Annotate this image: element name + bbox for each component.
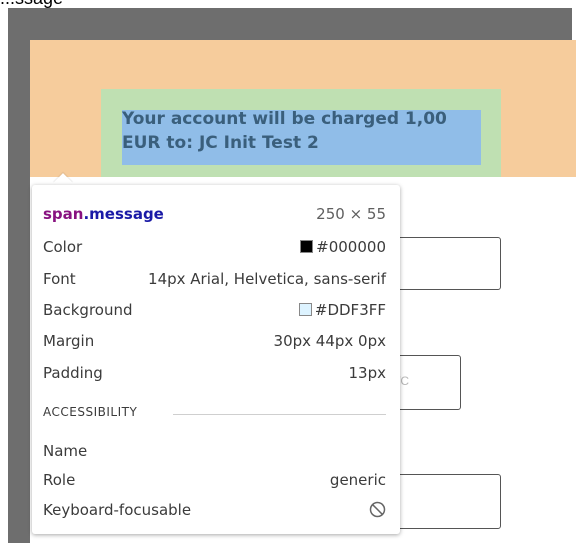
inspector-tooltip: span.message 250 × 55 Color #000000 Font…	[32, 185, 400, 534]
row-label: Margin	[43, 332, 95, 350]
row-value: 14px Arial, Helvetica, sans-serif	[148, 270, 386, 288]
row-label: Role	[43, 471, 76, 489]
row-font: Font 14px Arial, Helvetica, sans-serif	[43, 267, 386, 291]
element-dimensions: 250 × 55	[316, 205, 386, 223]
row-label: Color	[43, 238, 83, 256]
row-value: #000000	[300, 235, 386, 259]
row-background: Background #DDF3FF	[43, 298, 386, 322]
selector-class: .message	[83, 205, 164, 223]
row-label: Font	[43, 270, 76, 288]
element-selector: span.message	[43, 202, 164, 226]
color-swatch	[300, 240, 314, 253]
row-label: Name	[43, 442, 88, 460]
row-margin: Margin 30px 44px 0px	[43, 329, 386, 353]
row-value: generic	[329, 471, 386, 489]
row-label: Background	[43, 301, 133, 319]
message-text: Your account will be charged 1,00 EUR to…	[122, 109, 447, 153]
input-field-1[interactable]	[390, 237, 501, 290]
row-label: Keyboard-focusable	[43, 501, 192, 519]
section-divider	[173, 414, 386, 415]
selector-tag: span	[43, 205, 84, 223]
row-value: 30px 44px 0px	[273, 332, 386, 350]
page-label: ...ssage	[0, 0, 63, 8]
row-padding: Padding 13px	[43, 361, 386, 385]
row-color: Color #000000	[43, 235, 386, 259]
row-label: Padding	[43, 364, 103, 382]
row-name: Name	[43, 439, 386, 463]
background-swatch	[298, 303, 312, 316]
blocked-circle-icon	[369, 501, 386, 518]
background-value: #DDF3FF	[314, 301, 386, 319]
row-value: 13px	[348, 364, 387, 382]
accessibility-heading: ACCESSIBILITY	[43, 405, 138, 419]
color-value: #000000	[316, 238, 386, 256]
row-role: Role generic	[43, 468, 386, 492]
row-value: #DDF3FF	[298, 298, 386, 322]
row-keyboard-focusable: Keyboard-focusable	[43, 498, 386, 522]
input-field-3[interactable]	[390, 474, 501, 529]
